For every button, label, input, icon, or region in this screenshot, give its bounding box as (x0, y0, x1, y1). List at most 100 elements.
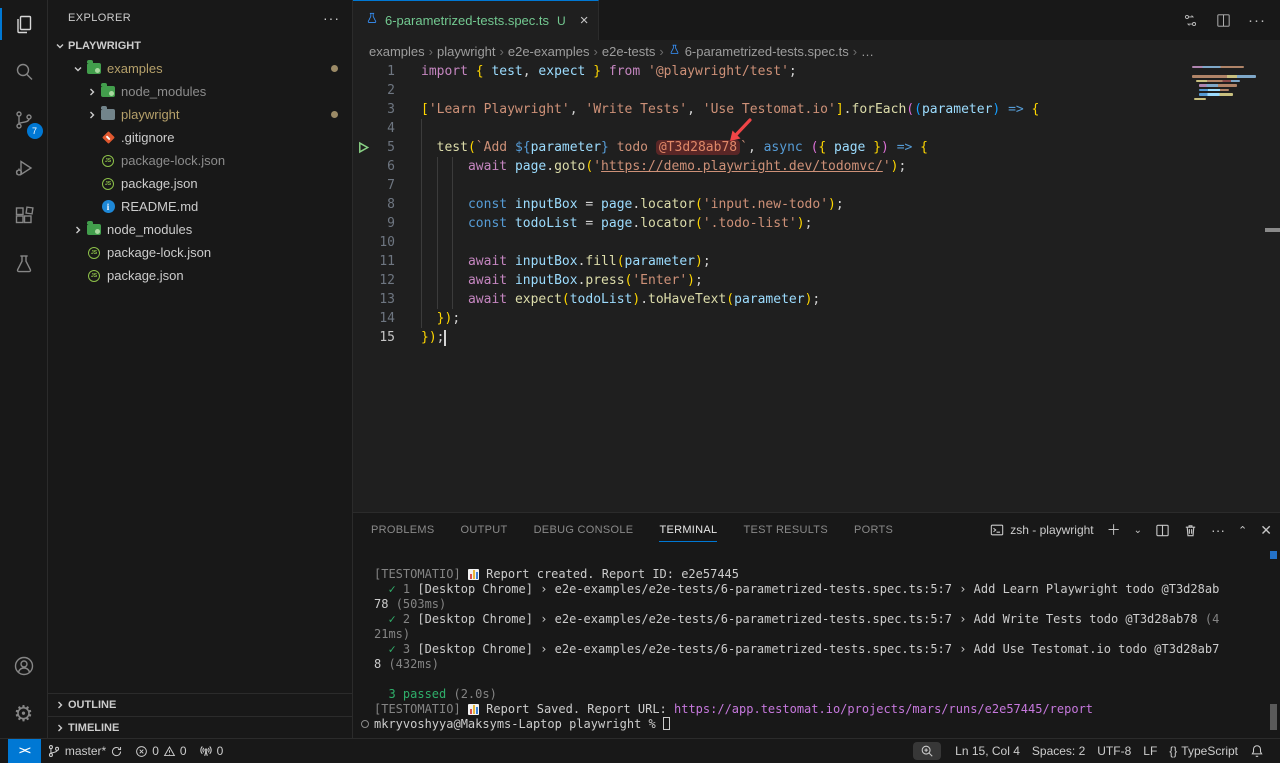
line-number: 4 (353, 119, 421, 138)
code-line-15[interactable]: 15}); (353, 328, 1280, 347)
explorer-more-actions-icon[interactable]: ··· (323, 10, 340, 26)
explorer-icon[interactable] (0, 0, 48, 48)
chevron-right-icon (52, 720, 68, 736)
tree-item-playwright[interactable]: playwright (48, 103, 352, 126)
breadcrumb-separator: › (429, 44, 433, 59)
eol-item[interactable]: LF (1137, 744, 1163, 758)
code-line-4[interactable]: 4 (353, 119, 1280, 138)
settings-gear-icon[interactable]: ⚙ (0, 690, 48, 738)
tree-item-readme-md[interactable]: iREADME.md (48, 195, 352, 218)
ports-item[interactable]: 0 (193, 739, 230, 763)
chevron-right-icon (84, 107, 100, 123)
minimap[interactable] (1192, 66, 1258, 103)
line-number: 8 (353, 195, 421, 214)
code-line-8[interactable]: 8 const inputBox = page.locator('input.n… (353, 195, 1280, 214)
tab-spec-file[interactable]: 6-parametrized-tests.spec.ts U × (353, 0, 599, 40)
error-icon (135, 745, 148, 758)
tree-item-package-json[interactable]: JSpackage.json (48, 172, 352, 195)
close-icon[interactable]: × (580, 12, 589, 29)
breadcrumb-item-2[interactable]: playwright (437, 44, 496, 59)
code-line-9[interactable]: 9 const todoList = page.locator('.todo-l… (353, 214, 1280, 233)
indent-guide (452, 157, 453, 309)
maximize-panel-icon[interactable]: ⌃ (1238, 524, 1247, 537)
breadcrumb-item-1[interactable]: examples (369, 44, 425, 59)
panel-tab-problems[interactable]: PROBLEMS (371, 513, 435, 547)
source-control-icon[interactable]: 7 (0, 96, 48, 144)
code-line-2[interactable]: 2 (353, 81, 1280, 100)
problems-item[interactable]: 0 0 (129, 739, 192, 763)
tree-item-package-json[interactable]: JS package.json (48, 264, 352, 287)
terminal-line-3: 78 (503ms) (374, 597, 1270, 612)
outline-section-header[interactable]: OUTLINE (48, 694, 352, 716)
git-icon (100, 130, 116, 146)
tree-item-node-modules[interactable]: node_modules (48, 80, 352, 103)
line-number: 6 (353, 157, 421, 176)
tree-item--gitignore[interactable]: .gitignore (48, 126, 352, 149)
cursor-position-item[interactable]: Ln 15, Col 4 (949, 744, 1026, 758)
tree-item-package-lock-json[interactable]: JSpackage-lock.json (48, 241, 352, 264)
code-line-7[interactable]: 7 (353, 176, 1280, 195)
terminal-line-6: ✓ 3 [Desktop Chrome] › e2e-examples/e2e-… (374, 642, 1270, 657)
split-terminal-icon[interactable] (1155, 523, 1170, 538)
panel-tab-output[interactable]: OUTPUT (461, 513, 508, 547)
json-icon: JS (86, 268, 102, 284)
run-test-play-icon[interactable] (357, 141, 370, 158)
code-line-14[interactable]: 14 }); (353, 309, 1280, 328)
close-panel-icon[interactable]: ✕ (1260, 522, 1272, 539)
language-mode-item[interactable]: {} TypeScript (1163, 744, 1244, 758)
split-editor-icon[interactable] (1215, 12, 1232, 29)
remote-indicator[interactable]: >< (8, 739, 41, 763)
tree-item-label: playwright (121, 107, 180, 122)
timeline-section-header[interactable]: TIMELINE (48, 716, 352, 738)
tree-item-node-modules[interactable]: node_modules (48, 218, 352, 241)
panel-tab-debug-console[interactable]: DEBUG CONSOLE (534, 513, 634, 547)
line-number: 14 (353, 309, 421, 328)
terminal-scrollbar[interactable] (1270, 704, 1277, 730)
code-editor[interactable]: 1import { test, expect } from '@playwrig… (353, 62, 1280, 512)
code-line-5[interactable]: 5 test(`Add ${parameter} todo @T3d28ab78… (353, 138, 1280, 157)
account-icon[interactable] (0, 642, 48, 690)
new-terminal-icon[interactable]: ＋ (1107, 520, 1121, 540)
terminal-output[interactable]: [TESTOMATIO] Report created. Report ID: … (353, 547, 1280, 738)
notifications-bell-icon[interactable] (1244, 744, 1270, 758)
terminal-line-9: 3 passed (2.0s) (374, 687, 1270, 702)
breadcrumb-item-4[interactable]: e2e-tests (602, 44, 655, 59)
breadcrumb-item-5[interactable]: 6-parametrized-tests.spec.ts (668, 43, 849, 59)
terminal-line-10: [TESTOMATIO] Report Saved. Report URL: h… (374, 702, 1270, 717)
terminal-line-8 (374, 672, 1270, 687)
search-icon[interactable] (0, 48, 48, 96)
kill-terminal-trash-icon[interactable] (1183, 523, 1198, 538)
code-line-3[interactable]: 3['Learn Playwright', 'Write Tests', 'Us… (353, 100, 1280, 119)
git-branch-item[interactable]: master* (41, 739, 129, 763)
bottom-panel: PROBLEMS OUTPUT DEBUG CONSOLE TERMINAL TEST … (353, 512, 1280, 738)
run-debug-icon[interactable] (0, 144, 48, 192)
panel-tab-terminal[interactable]: TERMINAL (659, 513, 717, 547)
workspace-section-header[interactable]: PLAYWRIGHT (48, 35, 352, 57)
code-line-10[interactable]: 10 (353, 233, 1280, 252)
tree-item-examples[interactable]: examples (48, 57, 352, 80)
breadcrumb-item-6[interactable]: … (861, 44, 874, 59)
warning-icon (163, 745, 176, 758)
terminal-instance[interactable]: zsh - playwright (990, 523, 1093, 537)
terminal-dropdown-icon[interactable]: ⌄ (1134, 525, 1142, 536)
open-changes-icon[interactable] (1182, 12, 1199, 29)
testing-icon[interactable] (0, 240, 48, 288)
zoom-indicator[interactable] (913, 742, 941, 760)
indentation-item[interactable]: Spaces: 2 (1026, 744, 1091, 758)
panel-more-actions-icon[interactable]: ··· (1211, 522, 1225, 538)
extensions-icon[interactable] (0, 192, 48, 240)
panel-tab-ports[interactable]: PORTS (854, 513, 893, 547)
code-line-1[interactable]: 1import { test, expect } from '@playwrig… (353, 62, 1280, 81)
code-line-11[interactable]: 11 await inputBox.fill(parameter); (353, 252, 1280, 271)
encoding-item[interactable]: UTF-8 (1091, 744, 1137, 758)
code-line-13[interactable]: 13 await expect(todoList).toHaveText(par… (353, 290, 1280, 309)
tree-item-label: package.json (107, 268, 184, 283)
breadcrumb-item-3[interactable]: e2e-examples (508, 44, 590, 59)
editor-more-actions-icon[interactable]: ··· (1248, 12, 1266, 29)
indent-guide (421, 119, 422, 328)
code-line-12[interactable]: 12 await inputBox.press('Enter'); (353, 271, 1280, 290)
panel-tab-test-results[interactable]: TEST RESULTS (743, 513, 828, 547)
scrollbar-decoration[interactable] (1265, 228, 1280, 232)
code-line-6[interactable]: 6 await page.goto('https://demo.playwrig… (353, 157, 1280, 176)
tree-item-package-lock-json[interactable]: JSpackage-lock.json (48, 149, 352, 172)
